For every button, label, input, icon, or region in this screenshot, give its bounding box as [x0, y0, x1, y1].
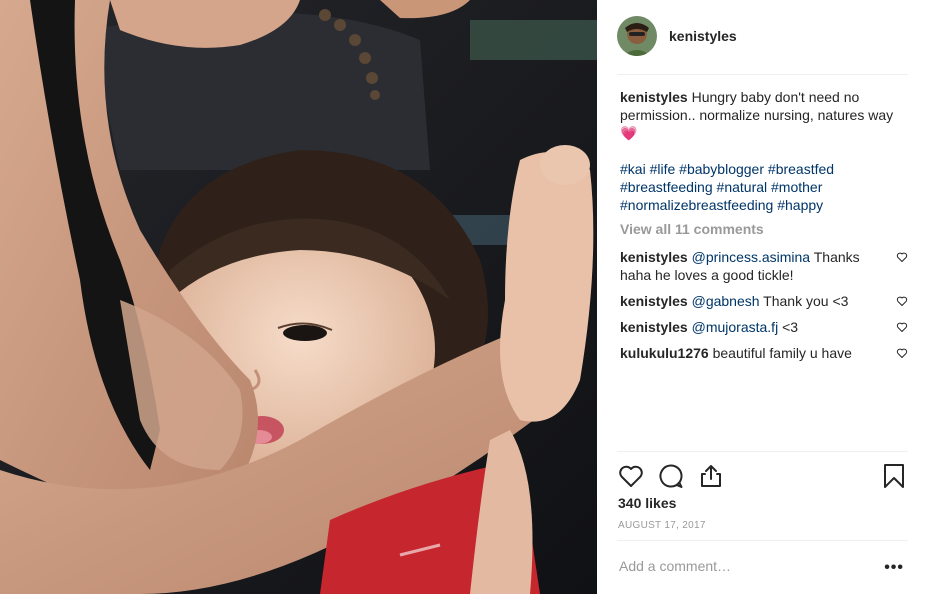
- post-photo[interactable]: [0, 0, 597, 594]
- comment-username[interactable]: kenistyles: [620, 249, 688, 265]
- comment-username[interactable]: kenistyles: [620, 293, 688, 309]
- comment-text: Thank you <3: [759, 293, 849, 309]
- post-header: kenistyles: [617, 14, 908, 75]
- more-options-button[interactable]: •••: [884, 559, 904, 577]
- hashtag[interactable]: #breastfed: [768, 161, 834, 177]
- like-count[interactable]: 340 likes: [618, 495, 676, 511]
- post-side-panel: kenistyles kenistyles Hungry baby don't …: [597, 0, 930, 594]
- hashtag[interactable]: #life: [650, 161, 676, 177]
- speech-bubble-icon[interactable]: [657, 462, 685, 490]
- post-date[interactable]: AUGUST 17, 2017: [618, 520, 706, 531]
- comment-mention[interactable]: @gabnesh: [692, 293, 760, 309]
- comment-username[interactable]: kulukulu1276: [620, 345, 709, 361]
- avatar-image: [617, 16, 657, 56]
- caption: kenistyles Hungry baby don't need no per…: [620, 88, 908, 142]
- comment-text: beautiful family u have: [708, 345, 852, 361]
- hashtag[interactable]: #happy: [777, 197, 823, 213]
- hashtag[interactable]: #babyblogger: [679, 161, 764, 177]
- add-comment-bar: •••: [617, 540, 908, 595]
- comment-input[interactable]: [617, 557, 861, 575]
- hashtag[interactable]: #natural: [717, 179, 768, 195]
- comment-mention[interactable]: @princess.asimina: [692, 249, 810, 265]
- comment: kenistyles @mujorasta.fj <3: [620, 318, 908, 336]
- caption-username[interactable]: kenistyles: [620, 89, 688, 105]
- bookmark-icon[interactable]: [880, 462, 908, 490]
- hashtag[interactable]: #kai: [620, 161, 646, 177]
- comment-username[interactable]: kenistyles: [620, 319, 688, 335]
- comment-text: <3: [778, 319, 799, 335]
- small-heart-icon[interactable]: [896, 251, 908, 263]
- hashtag-list: #kai #life #babyblogger #breastfed #brea…: [620, 160, 908, 214]
- post-action-bar: [617, 451, 908, 498]
- avatar[interactable]: [617, 16, 657, 56]
- small-heart-icon[interactable]: [896, 295, 908, 307]
- post-photo-illustration: [0, 0, 597, 594]
- heart-outline-icon[interactable]: [617, 462, 645, 490]
- small-heart-icon[interactable]: [896, 321, 908, 333]
- small-heart-icon[interactable]: [896, 347, 908, 359]
- instagram-post: kenistyles kenistyles Hungry baby don't …: [0, 0, 930, 594]
- post-author-username[interactable]: kenistyles: [669, 28, 737, 44]
- hashtag[interactable]: #breastfeeding: [620, 179, 713, 195]
- comment: kenistyles @princess.asimina Thanks haha…: [620, 248, 908, 284]
- share-upload-icon[interactable]: [697, 462, 725, 490]
- comment: kenistyles @gabnesh Thank you <3: [620, 292, 908, 310]
- view-all-comments-link[interactable]: View all 11 comments: [620, 220, 908, 238]
- comment-mention[interactable]: @mujorasta.fj: [692, 319, 779, 335]
- comment: kulukulu1276 beautiful family u have: [620, 344, 908, 362]
- hashtag[interactable]: #mother: [771, 179, 822, 195]
- post-body: kenistyles Hungry baby don't need no per…: [620, 88, 908, 362]
- hashtag[interactable]: #normalizebreastfeeding: [620, 197, 773, 213]
